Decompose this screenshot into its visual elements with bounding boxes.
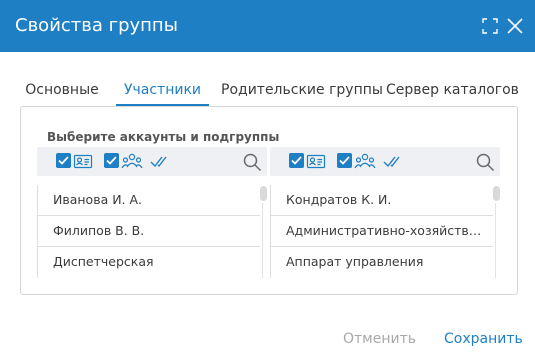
tab-parent-groups[interactable]: Родительские группы [221, 76, 383, 106]
tab-members[interactable]: Участники [116, 76, 209, 106]
save-button[interactable]: Сохранить [444, 329, 523, 349]
scrollbar-thumb[interactable] [493, 186, 500, 201]
available-list-toolbar [37, 147, 267, 176]
close-icon[interactable] [506, 17, 524, 35]
user-group-icon[interactable] [121, 152, 143, 171]
double-check-icon[interactable] [150, 152, 168, 171]
double-check-icon[interactable] [383, 152, 401, 171]
selected-list-toolbar [270, 147, 500, 176]
checkbox-checked-icon[interactable] [337, 153, 352, 168]
tab-directory-server[interactable]: Сервер каталогов [386, 76, 519, 106]
list-item[interactable]: Административно-хозяйств… [270, 216, 493, 247]
list-item[interactable]: Аппарат управления [270, 247, 493, 278]
scrollbar-thumb[interactable] [260, 186, 267, 201]
scrollbar-track[interactable] [262, 203, 263, 278]
list-item[interactable]: Диспетчерская [37, 247, 260, 278]
search-icon[interactable] [242, 152, 262, 172]
cancel-button[interactable]: Отменить [343, 329, 416, 349]
search-icon[interactable] [475, 152, 495, 172]
list-item[interactable]: Кондратов К. И. [270, 185, 493, 216]
checkbox-checked-icon[interactable] [289, 153, 304, 168]
scrollbar-track[interactable] [495, 203, 496, 278]
selected-list: Кондратов К. И. Административно-хозяйств… [270, 185, 493, 278]
title-bar: Свойства группы [0, 0, 535, 52]
available-list: Иванова И. А. Филипов В. В. Диспетчерска… [37, 185, 260, 278]
checkbox-checked-icon[interactable] [56, 153, 71, 168]
user-group-icon[interactable] [354, 152, 376, 171]
dialog-title: Свойства группы [15, 15, 178, 36]
checkbox-checked-icon[interactable] [104, 153, 119, 168]
list-item[interactable]: Филипов В. В. [37, 216, 260, 247]
panel-heading: Выберите аккаунты и подгруппы [47, 130, 280, 144]
user-card-icon[interactable] [73, 152, 93, 171]
maximize-icon[interactable] [481, 17, 499, 35]
tab-bar: Основные Участники Родительские группы С… [20, 76, 519, 106]
tab-general[interactable]: Основные [22, 76, 102, 106]
list-item[interactable]: Иванова И. А. [37, 185, 260, 216]
user-card-icon[interactable] [306, 152, 326, 171]
members-panel: Выберите аккаунты и подгруппы Иванова И.… [20, 106, 518, 295]
